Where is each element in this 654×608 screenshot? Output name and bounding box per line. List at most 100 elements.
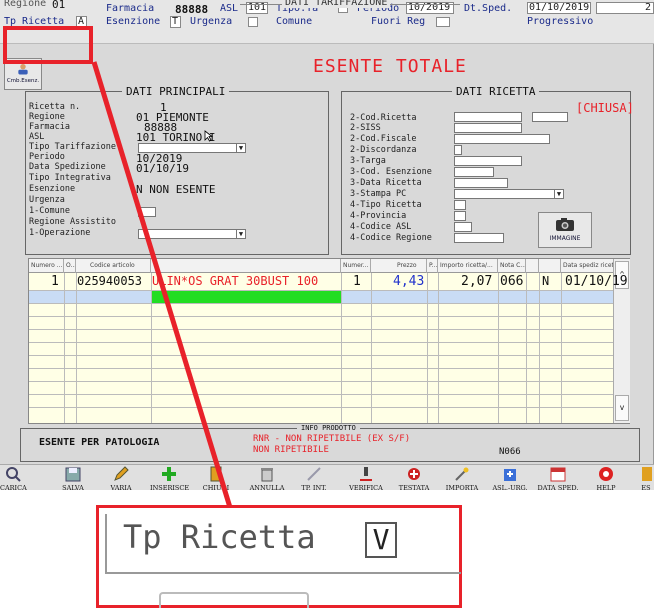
save-icon: [65, 467, 81, 482]
chevron-down-icon[interactable]: ▼: [554, 189, 564, 199]
cod-esenzione-input[interactable]: [454, 167, 494, 177]
field-label-cod-esenzione: 3-Cod. Esenzione: [350, 167, 432, 177]
cod-ricetta-input[interactable]: [454, 112, 522, 122]
cell-nota: 066: [500, 274, 524, 289]
carica-button[interactable]: CARICA: [0, 466, 27, 492]
dtsped-field[interactable]: 01/10/2019: [527, 2, 591, 14]
field-label-tipo-tariffazione: Tipo Tariffazione: [29, 142, 116, 152]
stampa-pc-select[interactable]: [454, 189, 564, 199]
salva-button[interactable]: SALVA: [56, 466, 90, 492]
field-label-tipo-ricetta: 4-Tipo Ricetta: [350, 200, 422, 210]
immagine-label: IMMAGINE: [549, 235, 581, 242]
chiudi-button[interactable]: CHIUDI: [199, 466, 233, 492]
col-header-prezzo[interactable]: Prezzo: [371, 259, 427, 273]
field-label-periodo: Periodo: [29, 152, 65, 162]
exit-icon: [642, 467, 652, 481]
col-header-o[interactable]: O...: [64, 259, 76, 273]
tp-int-label: TP. INT.: [301, 484, 327, 492]
siss-input[interactable]: [454, 123, 522, 133]
cell-descrizione: ULIN*OS GRAT 30BUST 100: [152, 274, 319, 288]
field-label-regione: Regione: [29, 112, 65, 122]
col-header-codice[interactable]: Codice articolo: [76, 259, 151, 273]
col-header-numer[interactable]: Numer...: [341, 259, 371, 273]
tp-int-button[interactable]: TP. INT.: [292, 466, 336, 492]
dtsped-label: Dt.Sped.: [464, 3, 513, 14]
farmacia-value: 88888: [175, 3, 209, 16]
col-header-extra2[interactable]: [539, 259, 561, 273]
tipo-ricetta-input[interactable]: [454, 200, 466, 210]
chiudi-label: CHIUDI: [202, 484, 230, 492]
cell-flag: N: [542, 274, 550, 288]
targa-input[interactable]: [454, 156, 522, 166]
magic-wand-icon: [455, 467, 469, 481]
microscope-icon: [360, 467, 372, 481]
cmb-esenz-label: Cmb.Esenz.: [6, 78, 40, 84]
urgenza-checkbox[interactable]: [248, 17, 258, 27]
testata-button[interactable]: TESTATA: [394, 466, 434, 492]
magnifier-icon: [6, 467, 21, 482]
dati-principali-panel: DATI PRINCIPALI Ricetta n. 1 Regione 01 …: [25, 85, 329, 255]
fuori-reg-checkbox[interactable]: [436, 17, 450, 27]
field-label-codice-asl: 4-Codice ASL: [350, 222, 412, 232]
chevron-down-icon[interactable]: ▼: [236, 143, 246, 153]
data-ricetta-input[interactable]: [454, 178, 508, 188]
data-sped-button[interactable]: DATA SPED.: [536, 466, 580, 492]
app-window: Regione 01 Farmacia 88888 ASL 101 Tipo.T…: [0, 0, 654, 492]
operazione-select[interactable]: [138, 229, 246, 239]
varia-button[interactable]: VARIA: [104, 466, 138, 492]
field-value-data-spedizione: 01/10/19: [136, 162, 189, 175]
progressivo-field[interactable]: 2: [596, 2, 654, 14]
immagine-button[interactable]: IMMAGINE: [538, 212, 592, 248]
field-label-ricetta: Ricetta n.: [29, 102, 81, 112]
col-header-p[interactable]: P...: [427, 259, 438, 273]
field-label-discordanza: 2-Discordanza: [350, 145, 417, 155]
help-label: HELP: [596, 484, 616, 492]
salva-label: SALVA: [62, 484, 84, 492]
annulla-button[interactable]: ANNULLA: [246, 466, 288, 492]
carica-label: CARICA: [0, 484, 27, 492]
chevron-down-icon[interactable]: ▼: [236, 229, 246, 239]
fuori-reg-label: Fuori Reg: [371, 16, 426, 27]
zoom-button-edge: [159, 592, 309, 608]
selected-cell[interactable]: [152, 290, 341, 303]
data-sped-label: DATA SPED.: [537, 484, 579, 492]
help-button[interactable]: HELP: [588, 466, 624, 492]
inserisce-button[interactable]: INSERISCE: [150, 466, 190, 492]
col-header-nota[interactable]: Nota C...: [498, 259, 526, 273]
field-label-tipo-integrativa: Tipo Integrativa: [29, 173, 111, 183]
esenzione-field[interactable]: T: [170, 16, 181, 28]
esci-label: ES: [641, 484, 651, 490]
info-line1: RNR - NON RIPETIBILE (EX S/F): [253, 434, 411, 444]
cell-prezzo: 4,43: [393, 274, 425, 289]
info-prodotto-title: INFO PRODOTTO: [297, 424, 360, 432]
discordanza-input[interactable]: [454, 145, 462, 155]
verifica-button[interactable]: VERIFICA: [346, 466, 386, 492]
inserisce-label: INSERISCE: [150, 484, 190, 492]
varia-label: VARIA: [110, 484, 132, 492]
esci-button[interactable]: ES: [638, 466, 654, 490]
cod-fiscale-input[interactable]: [454, 134, 550, 144]
col-header-data[interactable]: Data spediz ricetta: [561, 259, 613, 273]
codice-asl-input[interactable]: [454, 222, 472, 232]
field-label-urgenza: Urgenza: [29, 195, 65, 205]
scroll-down-icon[interactable]: v: [615, 395, 629, 421]
esenzione-label: Esenzione: [106, 16, 161, 27]
comune-input[interactable]: [138, 207, 156, 217]
cod-ricetta-extra-input[interactable]: [532, 112, 568, 122]
col-header-importo[interactable]: Importo ricetta/...: [438, 259, 498, 273]
field-label-operazione: 1-Operazione: [29, 228, 91, 238]
provincia-input[interactable]: [454, 211, 466, 221]
importa-button[interactable]: IMPORTA: [442, 466, 482, 492]
field-label-regione-assistito: Regione Assistito: [29, 217, 116, 227]
col-header-numero[interactable]: Numero ...: [29, 259, 64, 273]
codice-regione-input[interactable]: [454, 233, 504, 243]
comune-label: Comune: [276, 16, 313, 27]
pencil-icon: [114, 466, 129, 481]
col-header-extra1[interactable]: [526, 259, 539, 273]
section-title: DATI TARIFFAZIONE: [282, 0, 391, 8]
asl-urg-button[interactable]: ASL.-URG.: [490, 466, 530, 492]
chiusa-status: [CHIUSA]: [576, 101, 634, 115]
field-label-cod-ricetta: 2-Cod.Ricetta: [350, 113, 417, 123]
col-header-descrizione[interactable]: [151, 259, 341, 273]
trash-icon: [261, 468, 273, 482]
